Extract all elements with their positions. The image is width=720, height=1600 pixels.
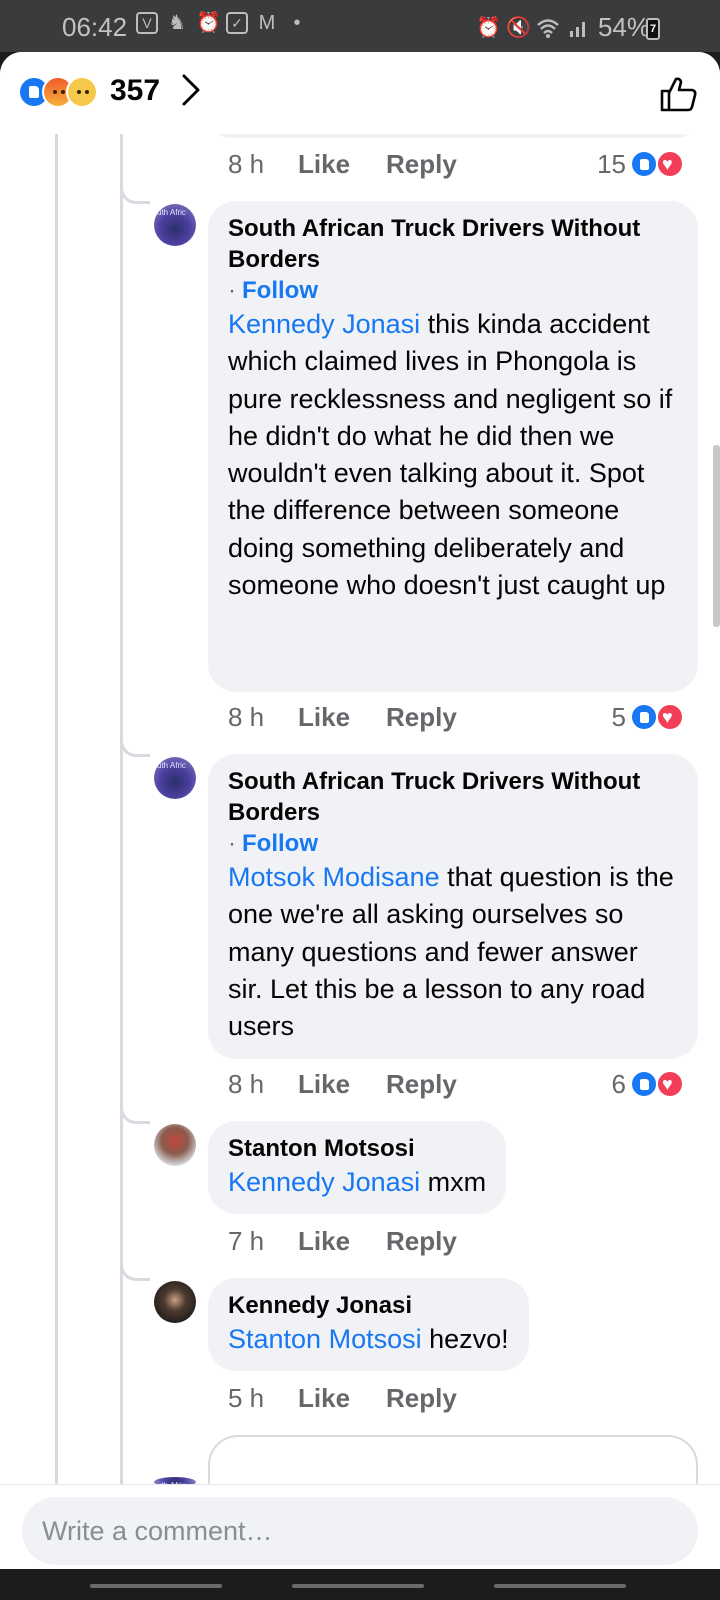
like-button[interactable]: Like (298, 1383, 350, 1414)
comment-author[interactable]: Stanton Motsosi (228, 1133, 486, 1164)
comment-reactions[interactable]: 15 (597, 144, 684, 184)
comment-bubble[interactable]: Stanton Motsosi Kennedy Jonasi mxm (208, 1121, 507, 1214)
comment-reaction-count: 15 (597, 148, 626, 179)
avatar[interactable] (154, 1124, 196, 1166)
comment-composer (0, 1484, 720, 1569)
system-icons: ⏰ 🔇 54% (476, 12, 650, 43)
thread-branch (120, 186, 150, 204)
more-notifications-dot: • (293, 12, 301, 34)
comment-body: hezvo! (421, 1324, 509, 1354)
follow-label: Follow (242, 277, 318, 304)
love-icon (656, 150, 684, 178)
comment-input[interactable] (22, 1497, 698, 1565)
comment-author[interactable]: South African Truck Drivers Without Bord… (228, 213, 678, 275)
comment-body: mxm (420, 1167, 487, 1197)
battery-icon: 7 (646, 18, 660, 40)
love-icon (656, 703, 684, 731)
sad-reaction-icon (66, 76, 98, 108)
follow-label: Follow (242, 830, 318, 857)
comment-time: 8 h (228, 701, 265, 732)
comment-text: Stanton Motsosi hezvo! (228, 1321, 509, 1358)
home-button[interactable] (292, 1584, 424, 1588)
mute-icon: 🔇 (505, 16, 531, 39)
next-comment-bubble (208, 1435, 698, 1485)
alarm-icon: ⏰ (475, 16, 501, 39)
recent-apps-button[interactable] (90, 1584, 222, 1588)
signal-icon (569, 21, 585, 37)
mention-link[interactable]: Motsok Modisane (228, 862, 440, 892)
comment-bubble[interactable]: South African Truck Drivers Without Bord… (208, 201, 698, 692)
person-fill-icon: ♞ (168, 12, 186, 34)
chevron-right-icon[interactable] (178, 72, 204, 108)
comment-actions: 8 h Like Reply (228, 697, 493, 737)
comment-reaction-count: 5 (611, 701, 626, 732)
comment-time: 8 h (228, 148, 265, 179)
follow-dot: · (228, 277, 236, 304)
comment-text: Kennedy Jonasi this kinda accident which… (228, 306, 678, 604)
system-nav-bar (0, 1569, 720, 1600)
comment-author[interactable]: South African Truck Drivers Without Bord… (228, 766, 678, 828)
thread-branch (120, 739, 150, 757)
comment-actions: 8 h Like Reply (228, 1064, 493, 1104)
vpn-icon: V (136, 12, 158, 34)
comment-reactions[interactable]: 6 (612, 1064, 684, 1104)
comments-sheet: 357 8 h Like Reply 15 South African Truc… (0, 52, 720, 1569)
avatar[interactable] (154, 204, 196, 246)
follow-button[interactable]: · Follow (228, 275, 678, 306)
thread-line-outer (55, 134, 58, 1484)
comment-author[interactable]: Kennedy Jonasi (228, 1290, 509, 1321)
like-button[interactable]: Like (298, 1069, 350, 1100)
like-button[interactable]: Like (298, 1226, 350, 1257)
notification-icons: V ♞ ⏰ ✓ M • (136, 12, 308, 34)
comment-text: Motsok Modisane that question is the one… (228, 859, 678, 1045)
mention-link[interactable]: Kennedy Jonasi (228, 309, 420, 339)
back-button[interactable] (494, 1584, 626, 1588)
comment-actions: 8 h Like Reply (228, 144, 493, 184)
mention-link[interactable]: Stanton Motsosi (228, 1324, 422, 1354)
like-icon (630, 703, 658, 731)
comment-time: 5 h (228, 1382, 265, 1413)
battery-badge: 7 (649, 23, 657, 35)
like-button[interactable]: Like (298, 149, 350, 180)
thread-branch (120, 1263, 150, 1281)
scrollbar[interactable] (713, 445, 720, 627)
comment-time: 7 h (228, 1225, 265, 1256)
follow-button[interactable]: · Follow (228, 828, 678, 859)
follow-dot: · (228, 830, 236, 857)
thread-line-inner (120, 134, 123, 1484)
love-icon (656, 1070, 684, 1098)
checkbox-icon: ✓ (226, 12, 248, 34)
reply-button[interactable]: Reply (386, 1226, 457, 1257)
like-post-button[interactable] (658, 74, 698, 114)
thread-branch (120, 1106, 150, 1124)
reply-button[interactable]: Reply (386, 1069, 457, 1100)
like-icon (630, 1070, 658, 1098)
comment-bubble[interactable]: Kennedy Jonasi Stanton Motsosi hezvo! (208, 1278, 529, 1371)
reactions-header[interactable]: 357 (0, 52, 720, 134)
avatar[interactable] (154, 1281, 196, 1323)
status-bar: 06:42 V ♞ ⏰ ✓ M • ⏰ 🔇 54% 7 (0, 0, 720, 52)
mention-link[interactable]: Kennedy Jonasi (228, 1167, 420, 1197)
alarm-icon: ⏰ (196, 12, 221, 34)
status-time: 06:42 (62, 12, 128, 42)
reaction-count[interactable]: 357 (110, 74, 160, 108)
comment-actions: 5 h Like Reply (228, 1378, 493, 1418)
comment-time: 8 h (228, 1068, 265, 1099)
comment-body: this kinda accident which claimed lives … (228, 309, 673, 601)
like-button[interactable]: Like (298, 702, 350, 733)
reply-button[interactable]: Reply (386, 1383, 457, 1414)
comment-bubble[interactable]: South African Truck Drivers Without Bord… (208, 754, 698, 1059)
reply-button[interactable]: Reply (386, 702, 457, 733)
comment-actions: 7 h Like Reply (228, 1221, 493, 1261)
comment-text: Kennedy Jonasi mxm (228, 1164, 486, 1201)
wifi-icon (537, 18, 559, 38)
comment-reactions[interactable]: 5 (612, 697, 684, 737)
like-icon (630, 150, 658, 178)
battery-percentage: 54% (597, 12, 650, 42)
comment-reaction-count: 6 (611, 1068, 626, 1099)
gmail-icon: M (258, 12, 276, 34)
avatar[interactable] (154, 757, 196, 799)
reply-button[interactable]: Reply (386, 149, 457, 180)
